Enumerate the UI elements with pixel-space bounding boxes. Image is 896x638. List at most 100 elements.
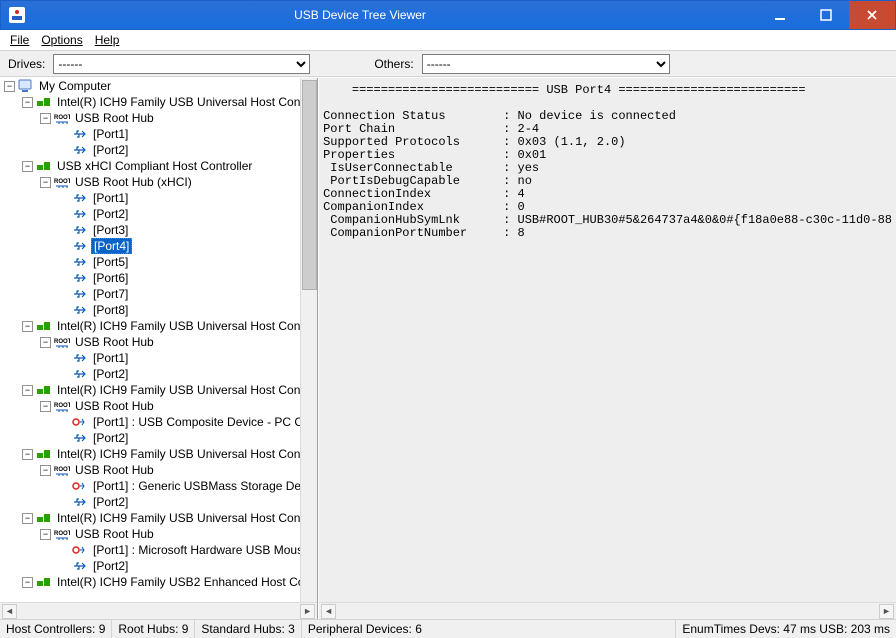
maximize-button[interactable] [803,1,849,29]
tree-node[interactable]: − My Computer [0,78,317,94]
drives-select[interactable]: ------ [53,54,310,74]
tree-node[interactable]: [Port1] [0,126,317,142]
scroll-right-icon[interactable]: ► [879,604,894,619]
tree-node-label[interactable]: Intel(R) ICH9 Family USB Universal Host … [55,383,316,397]
tree-node-label[interactable]: [Port1] [91,127,130,141]
tree-node[interactable]: − Intel(R) ICH9 Family USB Universal Host… [0,318,317,334]
tree-node-label[interactable]: USB Root Hub [73,399,156,413]
tree-node-label[interactable]: USB Root Hub [73,463,156,477]
others-select[interactable]: ------ [422,54,670,74]
tree-node[interactable]: −ROOTUSB Root Hub [0,526,317,542]
tree-node[interactable]: − Intel(R) ICH9 Family USB Universal Host… [0,94,317,110]
scroll-left-icon[interactable]: ◄ [321,604,336,619]
close-button[interactable] [849,1,895,29]
scroll-left-icon[interactable]: ◄ [2,604,17,619]
tree-node-label[interactable]: [Port1] : Microsoft Hardware USB Mous [91,543,305,557]
tree-node-label[interactable]: [Port3] [91,223,130,237]
svg-text:ROOT: ROOT [54,403,70,409]
tree-node[interactable]: [Port2] [0,430,317,446]
menu-help[interactable]: Help [89,31,126,49]
tree-node[interactable]: − Intel(R) ICH9 Family USB Universal Host… [0,382,317,398]
detail-hscrollbar[interactable]: ◄ ► [319,602,896,619]
menu-options[interactable]: Options [35,31,88,49]
collapse-toggle-icon[interactable]: − [22,577,33,588]
detail-text[interactable]: ========================== USB Port4 ===… [319,78,896,602]
collapse-toggle-icon[interactable]: − [22,385,33,396]
tree-node[interactable]: [Port8] [0,302,317,318]
roothub-icon: ROOT [54,399,70,413]
collapse-toggle-icon[interactable]: − [40,529,51,540]
collapse-toggle-icon[interactable]: − [22,321,33,332]
menu-file[interactable]: File [4,31,35,49]
tree-vscrollbar[interactable] [300,78,317,602]
collapse-toggle-icon[interactable]: − [22,513,33,524]
tree-node[interactable]: − USB xHCI Compliant Host Controller [0,158,317,174]
tree-node[interactable]: [Port5] [0,254,317,270]
tree-node[interactable]: [Port1] : Microsoft Hardware USB Mous [0,542,317,558]
tree-node-label[interactable]: [Port2] [91,431,130,445]
tree-node-label[interactable]: [Port5] [91,255,130,269]
tree-node-label[interactable]: [Port2] [91,207,130,221]
tree-node-label[interactable]: [Port7] [91,287,130,301]
tree-node-label[interactable]: [Port1] [91,351,130,365]
device-tree[interactable]: −My Computer−Intel(R) ICH9 Family USB Un… [0,78,317,602]
tree-node-label[interactable]: Intel(R) ICH9 Family USB Universal Host … [55,95,316,109]
usb-icon [72,351,88,365]
collapse-toggle-icon[interactable]: − [40,401,51,412]
tree-node-label[interactable]: My Computer [37,79,113,93]
tree-node-label[interactable]: [Port1] : USB Composite Device - PC Ca [91,415,312,429]
tree-node[interactable]: [Port2] [0,206,317,222]
tree-node[interactable]: − Intel(R) ICH9 Family USB2 Enhanced Host… [0,574,317,590]
tree-node-label[interactable]: [Port6] [91,271,130,285]
tree-node-label[interactable]: USB Root Hub [73,527,156,541]
tree-node[interactable]: [Port2] [0,142,317,158]
collapse-toggle-icon[interactable]: − [40,465,51,476]
tree-node-label[interactable]: [Port2] [91,367,130,381]
tree-node[interactable]: [Port4] [0,238,317,254]
tree-node[interactable]: −ROOTUSB Root Hub [0,110,317,126]
tree-node-label[interactable]: USB Root Hub [73,335,156,349]
tree-node[interactable]: −ROOTUSB Root Hub [0,334,317,350]
tree-node-label[interactable]: [Port2] [91,143,130,157]
tree-node[interactable]: − Intel(R) ICH9 Family USB Universal Host… [0,446,317,462]
collapse-toggle-icon[interactable]: − [22,97,33,108]
tree-node[interactable]: −ROOTUSB Root Hub [0,462,317,478]
tree-node[interactable]: [Port2] [0,494,317,510]
tree-node-label[interactable]: Intel(R) ICH9 Family USB Universal Host … [55,511,316,525]
tree-node[interactable]: [Port2] [0,366,317,382]
tree-node-label[interactable]: [Port1] [91,191,130,205]
tree-node[interactable]: [Port1] [0,190,317,206]
tree-node[interactable]: − Intel(R) ICH9 Family USB Universal Host… [0,510,317,526]
tree-node-label[interactable]: USB Root Hub [73,111,156,125]
minimize-button[interactable] [757,1,803,29]
collapse-toggle-icon[interactable]: − [22,161,33,172]
tree-node-label[interactable]: USB xHCI Compliant Host Controller [55,159,254,173]
tree-node-label[interactable]: Intel(R) ICH9 Family USB Universal Host … [55,319,316,333]
tree-node-label[interactable]: Intel(R) ICH9 Family USB Universal Host … [55,447,316,461]
tree-node-label[interactable]: Intel(R) ICH9 Family USB2 Enhanced Host … [55,575,316,589]
collapse-toggle-icon[interactable]: − [40,113,51,124]
tree-node-label[interactable]: USB Root Hub (xHCI) [73,175,194,189]
tree-node-label[interactable]: [Port4] [91,238,132,254]
collapse-toggle-icon[interactable]: − [4,81,15,92]
collapse-toggle-icon[interactable]: − [40,177,51,188]
tree-node-label[interactable]: [Port8] [91,303,130,317]
tree-node[interactable]: [Port1] [0,350,317,366]
tree-node[interactable]: −ROOTUSB Root Hub [0,398,317,414]
svg-text:ROOT: ROOT [54,115,70,121]
collapse-toggle-icon[interactable]: − [22,449,33,460]
tree-node[interactable]: [Port7] [0,286,317,302]
tree-node[interactable]: [Port1] : Generic USBMass Storage Dev [0,478,317,494]
tree-node[interactable]: [Port1] : USB Composite Device - PC Ca [0,414,317,430]
tree-node[interactable]: −ROOTUSB Root Hub (xHCI) [0,174,317,190]
collapse-toggle-icon[interactable]: − [40,337,51,348]
tree-node-label[interactable]: [Port2] [91,559,130,573]
tree-node[interactable]: [Port2] [0,558,317,574]
scroll-right-icon[interactable]: ► [300,604,315,619]
tree-hscrollbar[interactable]: ◄ ► [0,602,317,619]
status-standard-hubs: Standard Hubs: 3 [195,620,301,638]
tree-node-label[interactable]: [Port2] [91,495,130,509]
tree-node[interactable]: [Port6] [0,270,317,286]
tree-node-label[interactable]: [Port1] : Generic USBMass Storage Dev [91,479,309,493]
tree-node[interactable]: [Port3] [0,222,317,238]
